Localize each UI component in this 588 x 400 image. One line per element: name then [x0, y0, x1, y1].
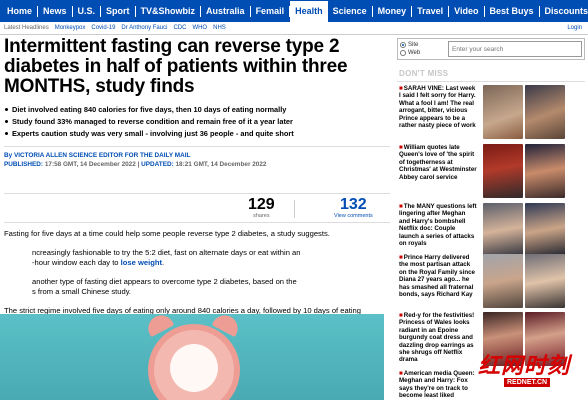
rednet-watermark-logo: 红网时刻 REDNET.CN	[470, 346, 584, 396]
nav-best-buys[interactable]: Best Buys	[485, 5, 540, 17]
bullet-icon: ■	[399, 312, 403, 319]
sub-navigation: Latest Headlines Monkeypox Covid-19 Dr A…	[0, 22, 588, 35]
paragraph-text: another type of fasting diet appears to …	[32, 276, 297, 286]
dont-miss-heading: DON'T MISS	[399, 69, 449, 78]
search-scope: Site Web	[400, 41, 420, 57]
nav-health[interactable]: Health	[290, 0, 328, 22]
article-paragraph: Fasting for five days at a time could he…	[4, 229, 330, 238]
dont-miss-thumbnails	[483, 144, 565, 198]
thumbnail-image[interactable]	[483, 144, 523, 198]
share-count[interactable]: 129 shares	[248, 196, 275, 220]
paragraph-text: s from a small Chinese study.	[32, 287, 132, 296]
dont-miss-headline[interactable]: SARAH VINE: Last week I said I felt sorr…	[399, 85, 476, 129]
updated-date: 18:21 GMT, 14 December 2022	[175, 161, 267, 168]
summary-bullet: Study found 33% managed to reverse condi…	[4, 116, 390, 128]
subnav-monkeypox[interactable]: Monkeypox	[55, 25, 92, 31]
thumbnail-image[interactable]	[525, 85, 565, 139]
subnav-who[interactable]: WHO	[192, 25, 213, 31]
dont-miss-text: ■SARAH VINE: Last week I said I felt sor…	[399, 85, 477, 129]
thumbnail-image[interactable]	[525, 203, 565, 257]
paragraph-text: ncreasingly fashionable to try the 5:2 d…	[32, 247, 301, 257]
bullet-icon: ■	[399, 144, 403, 151]
thumbnail-image[interactable]	[483, 203, 523, 257]
thumbnail-image[interactable]	[483, 85, 523, 139]
dont-miss-text: ■American media Queen: Meghan and Harry:…	[399, 370, 477, 400]
paragraph-text: -hour window each day to	[32, 258, 121, 267]
nav-tvshowbiz[interactable]: TV&Showbiz	[136, 5, 202, 17]
clock-face	[170, 344, 218, 392]
search-option-web[interactable]: Web	[400, 49, 420, 57]
search-box: Site Web	[397, 38, 585, 60]
view-comments-label: View comments	[334, 213, 373, 219]
paragraph-text: .	[162, 258, 165, 267]
divider	[397, 81, 585, 82]
dont-miss-headline[interactable]: Red-y for the festivities! Princess of W…	[399, 312, 474, 363]
nav-sport[interactable]: Sport	[101, 5, 136, 17]
view-comments[interactable]: 132 View comments	[334, 196, 373, 220]
thumbnail-image[interactable]	[483, 254, 523, 308]
dont-miss-thumbnails	[483, 203, 565, 257]
bullet-icon: ■	[399, 370, 403, 377]
article-paragraph: ncreasingly fashionable to try the 5:2 d…	[4, 248, 390, 269]
login-link[interactable]: Login	[567, 25, 582, 31]
dont-miss-text: ■Prince Harry delivered the most partisa…	[399, 254, 477, 298]
published-date: 17:58 GMT, 14 December 2022	[44, 161, 136, 168]
watermark-text: 红网时刻	[478, 353, 571, 378]
nav-travel[interactable]: Travel	[412, 5, 450, 17]
thumbnail-image[interactable]	[525, 144, 565, 198]
radio-icon[interactable]	[400, 50, 406, 56]
comment-count-number: 132	[340, 196, 367, 213]
dont-miss-text: ■Red-y for the festivities! Princess of …	[399, 312, 477, 364]
published-label: PUBLISHED:	[4, 161, 44, 168]
dont-miss-thumbnails	[483, 254, 565, 308]
nav-discounts[interactable]: Discounts	[540, 6, 588, 17]
site-label: Site	[408, 42, 419, 48]
share-divider	[294, 200, 295, 218]
share-count-number: 129	[248, 196, 275, 213]
bullet-icon: ■	[399, 85, 403, 92]
nav-news[interactable]: News	[38, 5, 73, 17]
nav-femail[interactable]: Femail	[251, 5, 291, 17]
byline: By VICTORIA ALLEN SCIENCE EDITOR FOR THE…	[4, 146, 390, 169]
nav-home[interactable]: Home	[2, 5, 39, 17]
dont-miss-headline[interactable]: Prince Harry delivered the most partisan…	[399, 254, 475, 298]
thumbnail-image[interactable]	[525, 254, 565, 308]
subnav-nhs[interactable]: NHS	[213, 25, 232, 31]
dont-miss-thumbnails	[483, 85, 565, 139]
dont-miss-text: ■William quotes late Queen's love of 'th…	[399, 144, 477, 181]
nav-money[interactable]: Money	[373, 5, 413, 17]
summary-bullet: Diet involved eating 840 calories for fi…	[4, 104, 390, 116]
nav-video[interactable]: Video	[449, 5, 485, 17]
nav-us[interactable]: U.S.	[73, 5, 102, 17]
subnav-latest-headlines[interactable]: Latest Headlines	[4, 25, 55, 31]
share-bar: 129 shares 132 View comments	[4, 193, 390, 223]
dont-miss-headline[interactable]: The MANY questions left lingering after …	[399, 203, 477, 247]
top-navigation: Home News U.S. Sport TV&Showbiz Australi…	[0, 0, 588, 22]
summary-bullet: Experts caution study was very small - i…	[4, 128, 390, 140]
lose-weight-link[interactable]: lose weight	[121, 258, 162, 267]
nav-australia[interactable]: Australia	[201, 5, 251, 17]
subnav-fauci[interactable]: Dr Anthony Fauci	[121, 25, 173, 31]
bullet-icon: ■	[399, 203, 403, 210]
dont-miss-headline[interactable]: William quotes late Queen's love of 'the…	[399, 144, 477, 181]
nav-science[interactable]: Science	[328, 5, 373, 17]
share-count-label: shares	[253, 213, 270, 219]
web-label: Web	[408, 50, 421, 56]
article-headline: Intermittent fasting can reverse type 2 …	[4, 36, 348, 97]
publish-dates: PUBLISHED: 17:58 GMT, 14 December 2022 |…	[4, 161, 267, 168]
bullet-icon: ■	[399, 254, 403, 261]
article-summary-bullets: Diet involved eating 840 calories for fi…	[4, 104, 390, 140]
dont-miss-text: ■The MANY questions left lingering after…	[399, 203, 477, 247]
subnav-covid[interactable]: Covid-19	[91, 25, 121, 31]
search-input[interactable]	[448, 41, 582, 57]
updated-label: UPDATED:	[141, 161, 174, 168]
author-link[interactable]: By VICTORIA ALLEN SCIENCE EDITOR FOR THE…	[4, 151, 390, 160]
subnav-cdc[interactable]: CDC	[173, 25, 192, 31]
search-option-site[interactable]: Site	[400, 41, 420, 49]
article-paragraph: another type of fasting diet appears to …	[4, 277, 390, 298]
article-hero-image	[0, 314, 384, 400]
watermark-subtext: REDNET.CN	[504, 378, 551, 387]
radio-selected-icon[interactable]	[400, 42, 406, 48]
dont-miss-headline[interactable]: American media Queen: Meghan and Harry: …	[399, 370, 475, 399]
